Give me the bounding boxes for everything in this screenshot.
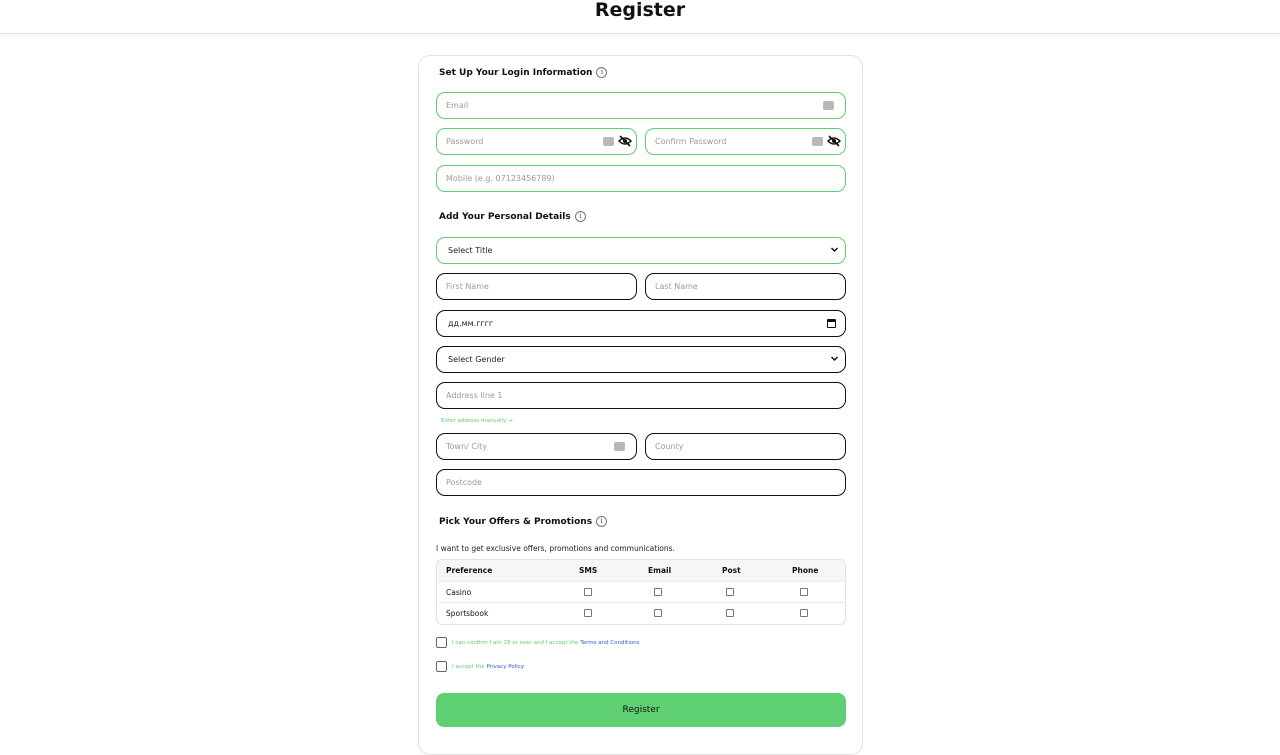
town-placeholder: Town/ City <box>446 442 487 451</box>
login-section-title: Set Up Your Login Information i <box>439 67 608 78</box>
info-icon[interactable]: i <box>596 516 608 527</box>
chevron-down-icon <box>830 247 839 253</box>
autofill-key-icon[interactable] <box>614 442 625 451</box>
casino-phone-checkbox[interactable] <box>800 588 808 596</box>
offers-section-label: Pick Your Offers & Promotions <box>439 516 593 527</box>
sportsbook-sms-checkbox[interactable] <box>584 609 592 617</box>
info-icon[interactable]: i <box>574 211 586 222</box>
privacy-checkbox[interactable] <box>436 661 447 672</box>
column-header-preference: Preference <box>446 566 493 575</box>
registration-form: Set Up Your Login Information i Email Pa… <box>418 55 863 755</box>
date-of-birth-value: дд.мм.гггг <box>448 319 494 328</box>
email-field[interactable]: Email <box>436 92 846 119</box>
last-name-field[interactable]: Last Name <box>645 273 846 300</box>
page-title: Register <box>594 0 686 21</box>
offers-description: I want to get exclusive offers, promotio… <box>436 544 675 553</box>
title-select-value: Select Title <box>448 246 493 255</box>
column-header-post: Post <box>722 566 741 575</box>
eye-slash-icon[interactable] <box>618 135 632 147</box>
password-placeholder: Password <box>446 137 484 146</box>
terms-text: I can confirm I am 18 or over and I acce… <box>452 639 579 646</box>
autofill-key-icon[interactable] <box>812 137 823 146</box>
eye-slash-icon[interactable] <box>827 135 841 147</box>
autofill-key-icon[interactable] <box>823 101 834 110</box>
preferences-table: Preference SMS Email Post Phone Casino S… <box>436 559 846 625</box>
privacy-text: I accept the <box>452 663 485 670</box>
postcode-placeholder: Postcode <box>446 478 483 487</box>
personal-section-title: Add Your Personal Details i <box>439 211 586 222</box>
personal-section-label: Add Your Personal Details <box>439 211 571 222</box>
table-header-row: Preference SMS Email Post Phone <box>437 560 845 582</box>
address-placeholder: Address line 1 <box>446 391 503 400</box>
terms-checkbox[interactable] <box>436 637 447 648</box>
email-placeholder: Email <box>446 101 469 110</box>
date-of-birth-field[interactable]: дд.мм.гггг <box>436 310 846 337</box>
terms-link[interactable]: Terms and Conditions <box>580 640 639 646</box>
autofill-key-icon[interactable] <box>603 137 614 146</box>
sportsbook-post-checkbox[interactable] <box>726 609 734 617</box>
title-select[interactable]: Select Title <box>436 237 846 264</box>
postcode-field[interactable]: Postcode <box>436 469 846 496</box>
column-header-phone: Phone <box>792 566 819 575</box>
first-name-field[interactable]: First Name <box>436 273 637 300</box>
login-section-label: Set Up Your Login Information <box>439 67 593 78</box>
row-label-casino: Casino <box>446 588 472 597</box>
register-button[interactable]: Register <box>436 693 846 727</box>
town-city-field[interactable]: Town/ City <box>436 433 637 460</box>
column-header-sms: SMS <box>579 566 598 575</box>
gender-select[interactable]: Select Gender <box>436 346 846 373</box>
info-icon[interactable]: i <box>596 67 608 78</box>
calendar-icon[interactable] <box>827 319 836 328</box>
county-field[interactable]: County <box>645 433 846 460</box>
chevron-down-icon <box>830 356 839 362</box>
table-row: Casino <box>437 582 845 603</box>
privacy-agreement: I accept the Privacy Policy <box>436 661 524 672</box>
row-label-sportsbook: Sportsbook <box>446 609 489 618</box>
casino-post-checkbox[interactable] <box>726 588 734 596</box>
last-name-placeholder: Last Name <box>655 282 698 291</box>
sportsbook-email-checkbox[interactable] <box>654 609 662 617</box>
password-field[interactable]: Password <box>436 128 637 155</box>
column-header-email: Email <box>648 566 672 575</box>
top-bar: Register <box>0 0 1280 34</box>
privacy-link[interactable]: Privacy Policy <box>487 664 524 670</box>
mobile-field[interactable]: Mobile (e.g. 07123456789) <box>436 165 846 192</box>
table-row: Sportsbook <box>437 603 845 624</box>
address-line-1-field[interactable]: Address line 1 <box>436 382 846 409</box>
enter-address-manually-link[interactable]: Enter address manually → <box>441 418 513 424</box>
county-placeholder: County <box>655 442 684 451</box>
terms-agreement: I can confirm I am 18 or over and I acce… <box>436 637 639 648</box>
confirm-password-placeholder: Confirm Password <box>655 137 727 146</box>
gender-select-value: Select Gender <box>448 355 505 364</box>
first-name-placeholder: First Name <box>446 282 489 291</box>
mobile-placeholder: Mobile (e.g. 07123456789) <box>446 174 555 183</box>
casino-sms-checkbox[interactable] <box>584 588 592 596</box>
confirm-password-field[interactable]: Confirm Password <box>645 128 846 155</box>
sportsbook-phone-checkbox[interactable] <box>800 609 808 617</box>
casino-email-checkbox[interactable] <box>654 588 662 596</box>
offers-section-title: Pick Your Offers & Promotions i <box>439 516 608 527</box>
